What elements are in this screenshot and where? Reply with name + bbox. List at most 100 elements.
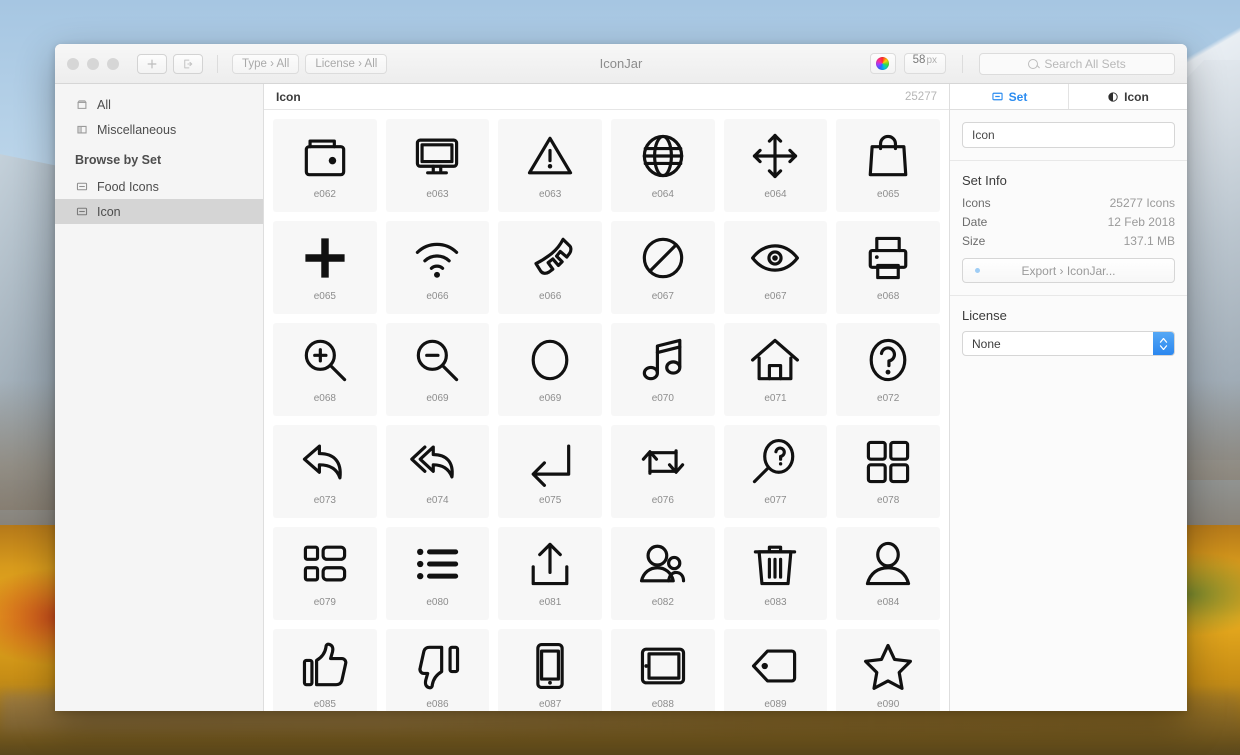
icon-cell[interactable]: e074: [385, 425, 490, 518]
tab-icon-label: Icon: [1124, 89, 1149, 104]
icon-cell[interactable]: e064: [610, 119, 715, 212]
icon-cell[interactable]: e080: [385, 527, 490, 620]
maximize-button[interactable]: [107, 57, 119, 70]
icon-cell[interactable]: e090: [836, 629, 940, 711]
icon-label: e069: [539, 393, 562, 404]
icon-cell[interactable]: e088: [610, 629, 715, 711]
minimize-button[interactable]: [87, 57, 99, 70]
icon-cell[interactable]: e083: [723, 527, 828, 620]
icon-cell[interactable]: e087: [498, 629, 602, 711]
icon-cell[interactable]: e084: [836, 527, 940, 620]
bullet-list-icon: [408, 535, 466, 593]
icon-label: e076: [651, 495, 674, 506]
question-mark-icon: [859, 331, 917, 389]
icon-size-unit: px: [926, 55, 937, 66]
icon-cell[interactable]: e081: [498, 527, 602, 620]
icon-cell[interactable]: e065: [836, 119, 940, 212]
icon-cell[interactable]: e085: [273, 629, 377, 711]
icon-size-button[interactable]: 58 px: [903, 53, 946, 74]
icon-cell[interactable]: e086: [385, 629, 490, 711]
close-button[interactable]: [67, 57, 79, 70]
tab-set[interactable]: Set: [950, 84, 1068, 109]
window-body: All Miscellaneous Browse by Set Food Ico…: [55, 84, 1187, 711]
license-section: License None: [950, 296, 1187, 368]
iconjar-window: Type › All License › All IconJar 58 px Se…: [55, 44, 1187, 711]
tab-set-label: Set: [1008, 89, 1028, 104]
icon-cell[interactable]: e072: [836, 323, 940, 416]
grid-four-icon: [859, 433, 917, 491]
search-question-icon: [746, 433, 804, 491]
toolbar-right-group: 58 px Search All Sets: [869, 52, 1175, 75]
add-button[interactable]: [137, 53, 167, 74]
toolbar-divider-right: [962, 54, 963, 73]
icon-label: e081: [539, 597, 562, 608]
icon-cell[interactable]: e073: [273, 425, 377, 518]
inspector-tabs: Set Icon: [950, 84, 1187, 110]
set-icon: [992, 92, 1003, 101]
icon-label: e067: [651, 291, 674, 302]
shopping-bag-icon: [859, 127, 917, 185]
icon-cell[interactable]: e066: [385, 221, 490, 314]
users-icon: [634, 535, 692, 593]
icon-label: e077: [764, 495, 787, 506]
list-grid-icon: [296, 535, 354, 593]
icon-cell[interactable]: e070: [610, 323, 715, 416]
export-iconjar-button[interactable]: Export › IconJar...: [962, 258, 1175, 283]
icon-cell[interactable]: e064: [723, 119, 828, 212]
icon-cell[interactable]: e075: [498, 425, 602, 518]
star-icon: [859, 637, 917, 695]
thumbs-down-icon: [408, 637, 466, 695]
toolbar-divider: [217, 54, 218, 73]
upload-icon: [521, 535, 579, 593]
icon-cell[interactable]: e078: [836, 425, 940, 518]
license-filter-chip[interactable]: License › All: [305, 53, 388, 74]
icon-browser-header: Icon 25277: [264, 84, 949, 110]
set-info-key: Size: [962, 234, 986, 248]
license-select[interactable]: None: [962, 331, 1175, 356]
inspector-panel: Set Icon Icon Set Info Icons 25277 Icons…: [949, 84, 1187, 711]
icon-cell[interactable]: e063: [385, 119, 490, 212]
tab-icon[interactable]: Icon: [1068, 84, 1187, 109]
type-filter-chip[interactable]: Type › All: [232, 53, 300, 74]
set-name-input[interactable]: Icon: [962, 122, 1175, 148]
icon-label: e084: [877, 597, 900, 608]
set-info-value: 25277 Icons: [1109, 196, 1175, 210]
icon-label: e067: [764, 291, 787, 302]
icon-label: e066: [426, 291, 449, 302]
traffic-lights[interactable]: [67, 57, 119, 70]
icon-cell[interactable]: e077: [723, 425, 828, 518]
icon-label: e078: [877, 495, 900, 506]
icon-cell[interactable]: e076: [610, 425, 715, 518]
sidebar-item-food-icons[interactable]: Food Icons: [55, 174, 263, 199]
icon-label: e080: [426, 597, 449, 608]
sidebar-item-label: All: [97, 97, 111, 112]
icon-cell[interactable]: e069: [498, 323, 602, 416]
icon-cell[interactable]: e068: [273, 323, 377, 416]
icon-label: e087: [539, 699, 562, 710]
export-button[interactable]: [173, 53, 203, 74]
color-wheel-button[interactable]: [869, 53, 896, 74]
icon-cell[interactable]: e063: [498, 119, 602, 212]
sidebar-item-icon[interactable]: Icon: [55, 199, 263, 224]
icon-cell[interactable]: e067: [610, 221, 715, 314]
icon-cell[interactable]: e066: [498, 221, 602, 314]
icon-cell[interactable]: e071: [723, 323, 828, 416]
icon-cell[interactable]: e068: [836, 221, 940, 314]
icon-cell[interactable]: e062: [273, 119, 377, 212]
icon-cell[interactable]: e089: [723, 629, 828, 711]
sidebar-item-all[interactable]: All: [55, 92, 263, 117]
color-wheel-icon: [876, 57, 890, 70]
icon-cell[interactable]: e082: [610, 527, 715, 620]
icon-label: e072: [877, 393, 900, 404]
icon-cell[interactable]: e079: [273, 527, 377, 620]
reply-all-icon: [408, 433, 466, 491]
search-input[interactable]: Search All Sets: [979, 52, 1175, 75]
icon-cell[interactable]: e069: [385, 323, 490, 416]
icon-label: e070: [651, 393, 674, 404]
icon-cell[interactable]: e067: [723, 221, 828, 314]
icon-cell[interactable]: e065: [273, 221, 377, 314]
sidebar-item-miscellaneous[interactable]: Miscellaneous: [55, 117, 263, 142]
eye-icon: [746, 229, 804, 287]
music-note-icon: [634, 331, 692, 389]
icon-label: e073: [313, 495, 336, 506]
